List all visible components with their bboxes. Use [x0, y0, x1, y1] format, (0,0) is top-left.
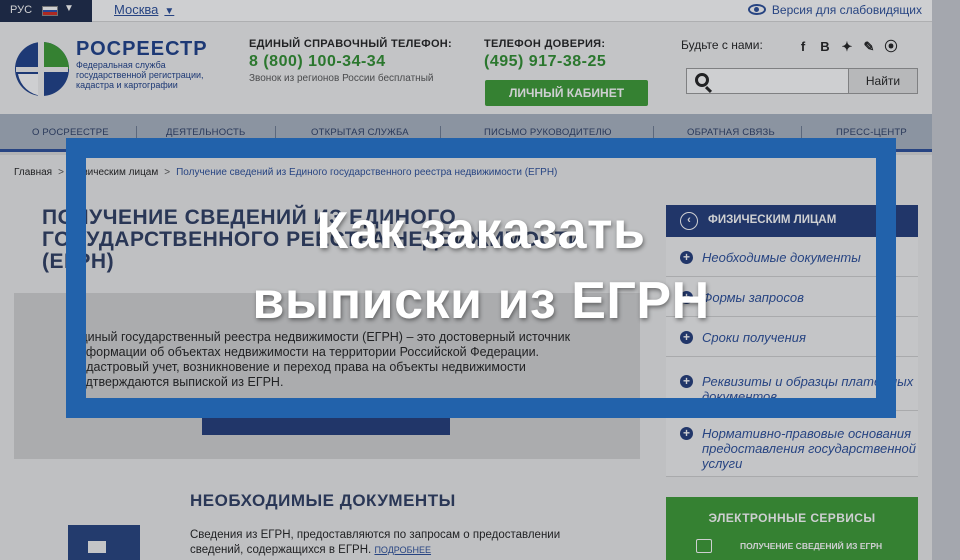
nav-item-press-center[interactable]: ПРЕСС-ЦЕНТР: [836, 127, 907, 138]
facebook-icon[interactable]: f: [792, 39, 814, 54]
language-selector[interactable]: РУС ▼: [0, 0, 92, 22]
accessibility-version-label: Версия для слабовидящих: [771, 3, 922, 17]
more-link[interactable]: ПОДРОБНЕЕ: [374, 545, 431, 555]
breadcrumb-separator: >: [58, 167, 64, 178]
vkontakte-icon[interactable]: В: [814, 39, 836, 54]
electronic-services-title: ЭЛЕКТРОННЫЕ СЕРВИСЫ: [708, 511, 876, 525]
nav-item-open-service[interactable]: ОТКРЫТАЯ СЛУЖБА: [311, 127, 409, 138]
sidebar-item-label: Нормативно-правовые основания предоставл…: [702, 426, 916, 471]
logo-title: РОСРЕЕСТР: [76, 38, 208, 60]
rosreestr-logo-icon[interactable]: [14, 34, 70, 104]
logo-subtitle: Федеральная служба государственной регис…: [76, 60, 204, 90]
helpline-label: ЕДИНЫЙ СПРАВОЧНЫЙ ТЕЛЕФОН:: [249, 38, 453, 50]
russia-flag-icon: [42, 6, 58, 16]
social-label: Будьте с нами:: [681, 38, 763, 52]
helpline-block: ЕДИНЫЙ СПРАВОЧНЫЙ ТЕЛЕФОН: 8 (800) 100-3…: [249, 38, 452, 84]
helpline-number[interactable]: 8 (800) 100-34-34: [249, 53, 452, 71]
eye-icon: [747, 4, 766, 15]
plus-icon: +: [680, 427, 693, 440]
banner-line-1: Как заказать: [316, 202, 646, 260]
banner-line-2: выписки из ЕГРН: [252, 272, 710, 330]
search-icon: [695, 73, 709, 87]
livejournal-icon[interactable]: ✎: [858, 39, 880, 55]
nav-item-activity[interactable]: ДЕЯТЕЛЬНОСТЬ: [166, 127, 245, 138]
nav-item-feedback[interactable]: ОБРАТНАЯ СВЯЗЬ: [687, 127, 775, 138]
rss-icon[interactable]: ⦿: [880, 36, 902, 55]
page-edge-strip: [932, 0, 960, 560]
nav-item-about[interactable]: О РОСРЕЕСТРЕ: [32, 127, 109, 138]
breadcrumb-home[interactable]: Главная: [14, 167, 52, 178]
trust-phone-label: ТЕЛЕФОН ДОВЕРИЯ:: [484, 38, 606, 50]
sidebar-item-legal-basis[interactable]: + Нормативно-правовые основания предостав…: [666, 411, 918, 477]
city-selector[interactable]: Москва ▼: [114, 2, 174, 17]
trust-phone-number[interactable]: (495) 917-38-25: [484, 53, 606, 71]
helpline-note: Звонок из регионов России бесплатный: [249, 73, 434, 84]
banner-headline: Как заказать выписки из ЕГРН: [86, 196, 876, 336]
documents-text: Сведения из ЕГРН, предоставляются по зап…: [190, 528, 570, 558]
personal-cabinet-button[interactable]: ЛИЧНЫЙ КАБИНЕТ: [485, 80, 648, 106]
chevron-down-icon: ▼: [64, 3, 74, 14]
city-label: Москва: [114, 2, 159, 17]
book-icon: [696, 539, 712, 553]
electronic-services-panel: ЭЛЕКТРОННЫЕ СЕРВИСЫ ПОЛУЧЕНИЕ СВЕДЕНИЙ И…: [666, 497, 918, 560]
language-label: РУС: [10, 4, 33, 16]
electronic-service-egrn-link[interactable]: ПОЛУЧЕНИЕ СВЕДЕНИЙ ИЗ ЕГРН: [740, 541, 882, 551]
document-folder-icon: [68, 525, 140, 560]
nav-item-letter-to-head[interactable]: ПИСЬМО РУКОВОДИТЕЛЮ: [484, 127, 612, 138]
site-header: РОСРЕЕСТР Федеральная служба государстве…: [0, 22, 932, 114]
social-links: f В ✦ ✎ ⦿: [792, 36, 902, 55]
top-bar: РУС ▼ Москва ▼ Версия для слабовидящих: [0, 0, 960, 22]
chevron-down-icon: ▼: [164, 6, 175, 17]
documents-heading: НЕОБХОДИМЫЕ ДОКУМЕНТЫ: [190, 491, 456, 510]
trust-phone-block: ТЕЛЕФОН ДОВЕРИЯ: (495) 917-38-25: [484, 38, 606, 71]
search-button[interactable]: Найти: [848, 68, 918, 94]
twitter-icon[interactable]: ✦: [836, 39, 858, 55]
accessibility-version-link[interactable]: Версия для слабовидящих: [747, 3, 922, 17]
